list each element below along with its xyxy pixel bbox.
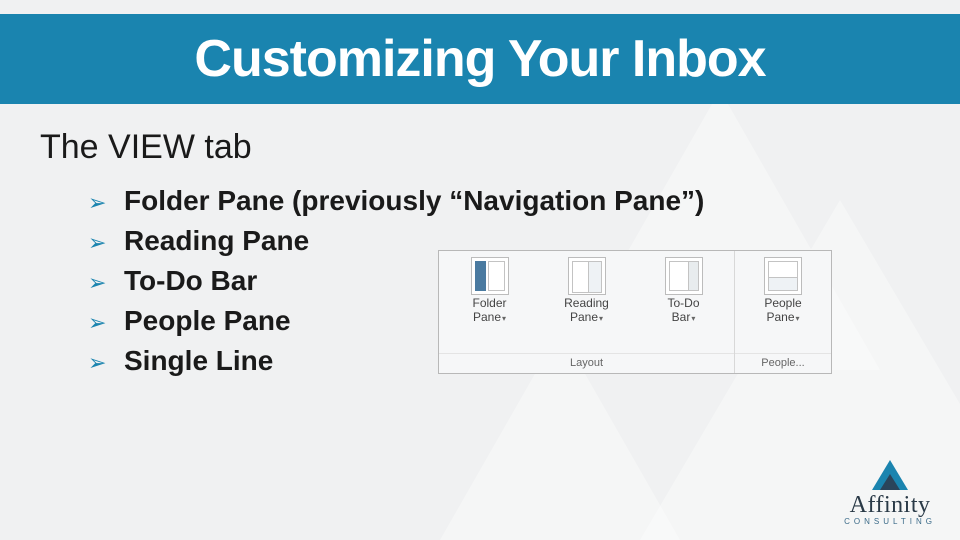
button-label: FolderPane▾ bbox=[472, 297, 506, 325]
todo-bar-icon bbox=[665, 257, 703, 295]
ribbon-buttons-row: FolderPane▾ ReadingPane▾ To-DoBar▾ bbox=[439, 251, 734, 353]
button-label: To-DoBar▾ bbox=[667, 297, 699, 325]
bullet-text: Reading Pane bbox=[124, 225, 309, 257]
chevron-down-icon: ▾ bbox=[796, 314, 800, 323]
folder-pane-icon bbox=[471, 257, 509, 295]
bullet-arrow-icon: ➢ bbox=[88, 230, 124, 256]
button-label: ReadingPane▾ bbox=[564, 297, 609, 325]
bullet-text: Folder Pane (previously “Navigation Pane… bbox=[124, 185, 704, 217]
title-bar: Customizing Your Inbox bbox=[0, 14, 960, 104]
bullet-text: To-Do Bar bbox=[124, 265, 257, 297]
ribbon-layout-panel: FolderPane▾ ReadingPane▾ To-DoBar▾ Layou… bbox=[438, 250, 832, 374]
ribbon-group-people: PeoplePane▾ People... bbox=[735, 251, 831, 373]
bullet-arrow-icon: ➢ bbox=[88, 310, 124, 336]
reading-pane-icon bbox=[568, 257, 606, 295]
chevron-down-icon: ▾ bbox=[599, 314, 603, 323]
bullet-arrow-icon: ➢ bbox=[88, 190, 124, 216]
todo-bar-button[interactable]: To-DoBar▾ bbox=[635, 255, 732, 327]
reading-pane-button[interactable]: ReadingPane▾ bbox=[538, 255, 635, 327]
ribbon-buttons-row: PeoplePane▾ bbox=[735, 251, 831, 353]
people-pane-button[interactable]: PeoplePane▾ bbox=[737, 255, 829, 327]
slide-title: Customizing Your Inbox bbox=[194, 29, 765, 89]
logo-subtext: CONSULTING bbox=[844, 517, 936, 526]
folder-pane-button[interactable]: FolderPane▾ bbox=[441, 255, 538, 327]
button-label: PeoplePane▾ bbox=[764, 297, 801, 325]
logo-mark-icon bbox=[872, 460, 908, 490]
chevron-down-icon: ▾ bbox=[502, 314, 506, 323]
ribbon-group-label: People... bbox=[735, 353, 831, 373]
list-item: ➢Folder Pane (previously “Navigation Pan… bbox=[88, 185, 920, 217]
subtitle: The VIEW tab bbox=[40, 128, 920, 167]
ribbon-group-label: Layout bbox=[439, 353, 734, 373]
bullet-arrow-icon: ➢ bbox=[88, 270, 124, 296]
bullet-text: People Pane bbox=[124, 305, 291, 337]
chevron-down-icon: ▾ bbox=[691, 314, 695, 323]
bullet-arrow-icon: ➢ bbox=[88, 350, 124, 376]
logo-wordmark: Affinity bbox=[844, 492, 936, 519]
people-pane-icon bbox=[764, 257, 802, 295]
bullet-text: Single Line bbox=[124, 345, 273, 377]
ribbon-group-layout: FolderPane▾ ReadingPane▾ To-DoBar▾ Layou… bbox=[439, 251, 735, 373]
affinity-logo: Affinity CONSULTING bbox=[844, 460, 936, 526]
